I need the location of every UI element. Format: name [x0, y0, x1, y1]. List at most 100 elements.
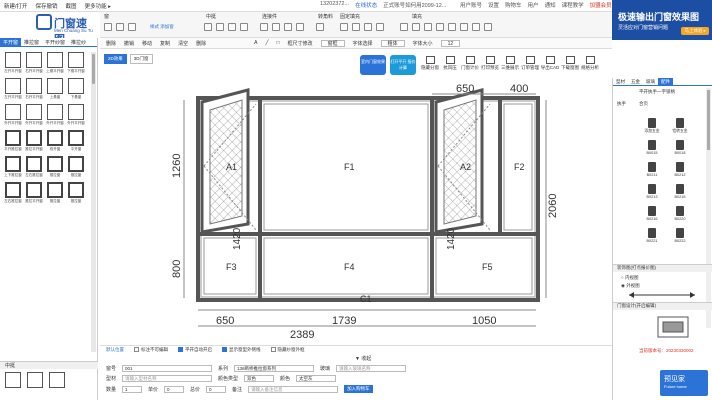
settings-link[interactable]: 设置 — [488, 1, 499, 9]
connector-icon[interactable] — [296, 23, 304, 31]
window-type-thumb[interactable]: 外开平开窗 — [4, 104, 22, 128]
window-type-thumb[interactable]: 外开平开窗 — [67, 104, 85, 128]
option-hide-screen[interactable]: 隐藏纱窗外框 — [270, 347, 305, 353]
frame-select[interactable]: 窗框 — [320, 39, 345, 47]
window-type-thumb[interactable]: 推拉窗 — [46, 182, 64, 206]
fill-icon[interactable] — [364, 23, 372, 31]
menu-new-open[interactable]: 新建/打开 — [2, 2, 30, 10]
dim-top-2[interactable]: 400 — [510, 83, 528, 95]
menu-screenshot[interactable]: 截图 — [64, 2, 79, 10]
color-type-select[interactable]: 双色 — [244, 375, 275, 382]
hardware-part[interactable]: B0213 — [641, 184, 663, 199]
promo-banner[interactable]: 极速输出门窗效果图 灵活应对门窗营销问题 马上体验 ▸ — [612, 0, 712, 40]
dim-right[interactable]: 2060 — [547, 194, 559, 218]
radio-outer-view[interactable]: ◉ 外视图 — [621, 283, 640, 289]
tab-glass[interactable]: 玻璃 — [643, 78, 658, 85]
user-link[interactable]: 用户 — [528, 1, 539, 9]
checkbox-icon[interactable] — [270, 347, 276, 353]
tab-sliding[interactable]: 推拉窗 — [21, 38, 42, 46]
collapse-toggle[interactable]: ▼ 收起 — [355, 355, 371, 362]
radio-inner-view[interactable]: ○ 内视图 — [621, 275, 638, 281]
contact-link[interactable]: 用户账号 — [460, 1, 482, 9]
notify-link[interactable]: 通知 — [545, 1, 556, 9]
fill-icon[interactable] — [436, 23, 444, 31]
hardware-part[interactable]: B0018 — [669, 140, 691, 155]
fill-icon[interactable] — [484, 23, 492, 31]
right-scrollbar[interactable] — [706, 88, 711, 328]
dim-total[interactable]: 2389 — [290, 329, 314, 340]
mullion-thumb[interactable] — [48, 372, 66, 396]
video-link[interactable]: 课程教学 — [562, 1, 584, 9]
fill-icon[interactable] — [352, 23, 360, 31]
checkbox-icon[interactable] — [222, 347, 227, 353]
fill-icon[interactable] — [472, 23, 480, 31]
tab-hardware[interactable]: 五金 — [628, 78, 643, 85]
canvas-action[interactable]: 下载窗图 — [560, 56, 580, 71]
fill-icon[interactable] — [460, 23, 468, 31]
tab-accessory[interactable]: 配件 — [658, 78, 673, 85]
window-type-thumb[interactable]: 推拉平开窗 — [25, 182, 43, 206]
menu-save[interactable]: 保存撤销 — [34, 2, 60, 10]
fill-icon[interactable] — [448, 23, 456, 31]
delete-button[interactable]: 删除 — [106, 40, 116, 47]
dim-top-1[interactable]: 650 — [456, 83, 474, 95]
window-type-thumb[interactable]: 右开平开窗 — [25, 78, 43, 102]
mullion-cross-icon[interactable] — [228, 23, 236, 31]
color-select[interactable]: 太空灰 — [296, 375, 337, 382]
dim-mid-2[interactable]: 1420 — [446, 227, 457, 250]
fill-icon[interactable] — [340, 23, 348, 31]
clear-button[interactable]: 清空 — [178, 40, 188, 47]
canvas-action[interactable]: 导出CAD — [540, 56, 560, 71]
tab-profile[interactable]: 型材 — [613, 78, 628, 85]
connector-icon[interactable] — [272, 23, 280, 31]
mullion-h-icon[interactable] — [204, 23, 212, 31]
window-type-thumb[interactable]: 右开平开窗 — [25, 52, 43, 76]
window-tool-icon[interactable] — [104, 23, 112, 31]
option-outline[interactable]: 显示窗型外侧线 — [222, 347, 261, 353]
window-type-thumb[interactable]: 外开平开窗 — [25, 104, 43, 128]
window-type-thumb[interactable]: 推拉窗 — [67, 182, 85, 206]
dim-left-1[interactable]: 1260 — [171, 154, 183, 178]
quote-button[interactable]: 打开平开 报价计算 — [390, 55, 416, 75]
font-select[interactable]: 粗体 — [380, 39, 405, 47]
option-lock-dims[interactable]: 标注不可编辑 — [134, 347, 168, 353]
fill-icon[interactable] — [376, 23, 384, 31]
connector-icon[interactable] — [260, 23, 268, 31]
dim-left-2[interactable]: 800 — [171, 260, 183, 278]
window-type-thumb[interactable]: 双开窗 — [46, 130, 64, 154]
canvas-action[interactable]: 隐藏分窗 — [420, 56, 440, 71]
remove-button[interactable]: 删除 — [196, 40, 206, 47]
checkbox-icon[interactable] — [178, 347, 183, 353]
hardware-part[interactable]: B0015 — [641, 140, 663, 155]
copy-button[interactable]: 复制 — [160, 40, 170, 47]
hardware-part[interactable]: B0215 — [669, 184, 691, 199]
tab-2d[interactable]: 2D效果 — [104, 54, 127, 64]
move-button[interactable]: 移动 — [142, 40, 152, 47]
window-tool-icon[interactable] — [128, 23, 136, 31]
profile-field[interactable]: 请输入型材名称 — [122, 375, 213, 382]
dim-bottom-2[interactable]: 1739 — [332, 315, 356, 327]
font-size-select[interactable]: 12 — [440, 39, 461, 47]
future-home-logo[interactable]: 预见家 Future home — [660, 370, 708, 396]
series-select[interactable]: 136断桥推拉窗系列 — [234, 365, 315, 372]
window-type-thumb[interactable]: 推拉平开窗 — [25, 130, 43, 154]
left-scrollbar[interactable] — [91, 52, 96, 352]
mullion-thumb[interactable] — [4, 372, 22, 396]
checkbox-icon[interactable] — [134, 347, 139, 353]
unit-price-field[interactable]: 0 — [164, 385, 185, 393]
option-auto-open[interactable]: 平开自动开启 — [178, 347, 212, 353]
mullion-icon[interactable] — [240, 23, 248, 31]
window-type-thumb[interactable]: 平开推拉窗 — [4, 130, 22, 154]
connector-icon[interactable] — [284, 23, 292, 31]
dim-bottom-1[interactable]: 650 — [216, 315, 234, 327]
corner-icon[interactable] — [316, 23, 324, 31]
indoor-effect-button[interactable]: 室内门窗效果 — [360, 55, 386, 75]
tab-3d[interactable]: 3D门窗 — [129, 54, 153, 64]
style-select[interactable]: 样式 添加窗 — [150, 24, 174, 30]
window-type-thumb[interactable]: 左开平开窗 — [4, 52, 22, 76]
handle-item[interactable]: 执手 — [617, 101, 626, 107]
window-type-thumb[interactable]: 下悬窗 — [67, 78, 85, 102]
window-type-thumb[interactable]: 左开平开窗 — [4, 78, 22, 102]
canvas-action[interactable]: 三维展示 — [500, 56, 520, 71]
menu-more[interactable]: 更多功能 ▸ — [83, 2, 113, 10]
